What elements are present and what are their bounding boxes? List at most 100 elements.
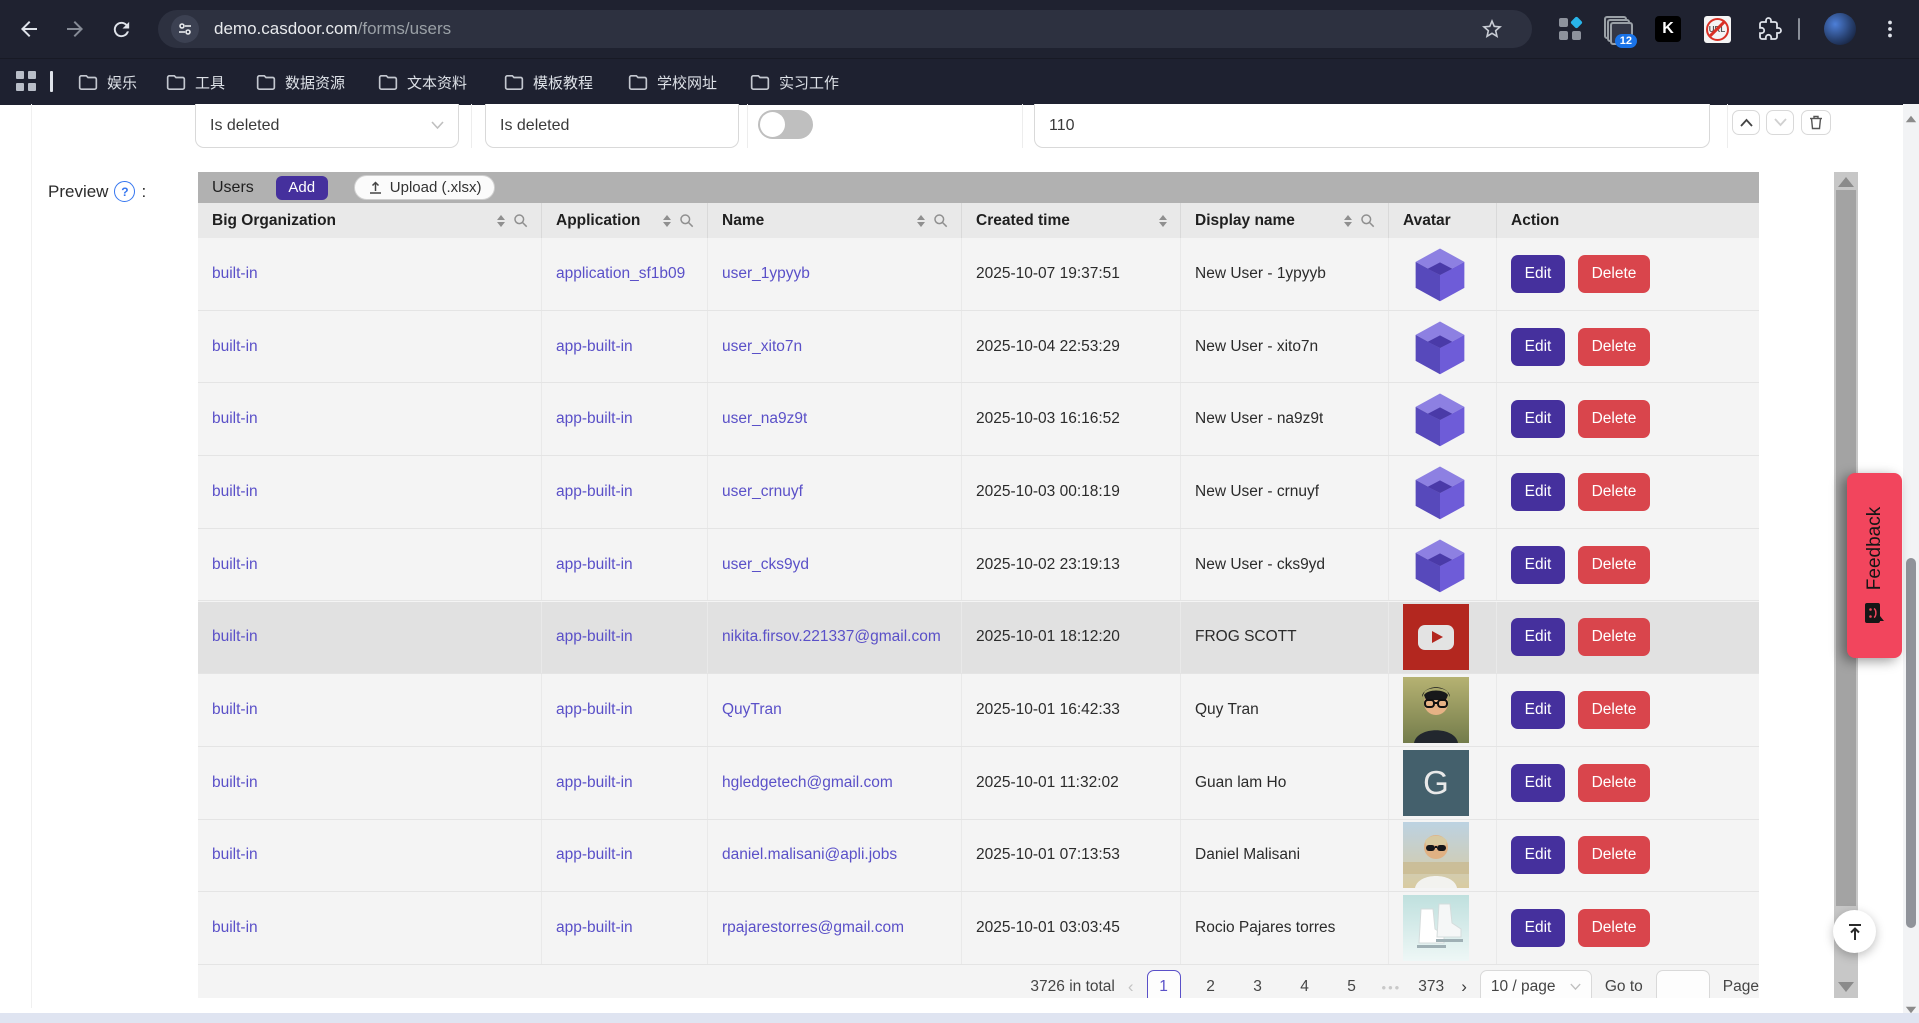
- application-link[interactable]: app-built-in: [556, 846, 633, 863]
- help-icon[interactable]: ?: [114, 181, 135, 202]
- profile-avatar[interactable]: [1824, 13, 1856, 45]
- page-button[interactable]: 2: [1194, 970, 1228, 998]
- search-icon[interactable]: [679, 213, 694, 228]
- delete-button[interactable]: Delete: [1578, 400, 1650, 438]
- organization-link[interactable]: built-in: [212, 701, 258, 718]
- column-header-created-time[interactable]: Created time: [962, 203, 1181, 238]
- organization-link[interactable]: built-in: [212, 410, 258, 427]
- is-deleted-select[interactable]: Is deleted: [195, 104, 459, 148]
- application-link[interactable]: application_sf1b09: [556, 265, 685, 282]
- window-scroll-up-icon[interactable]: [1906, 116, 1916, 123]
- number-input[interactable]: 110: [1034, 104, 1710, 148]
- user-name-link[interactable]: nikita.firsov.221337@gmail.com: [722, 628, 941, 645]
- delete-button[interactable]: Delete: [1578, 546, 1650, 584]
- organization-link[interactable]: built-in: [212, 846, 258, 863]
- application-link[interactable]: app-built-in: [556, 701, 633, 718]
- user-name-link[interactable]: daniel.malisani@apli.jobs: [722, 846, 897, 863]
- edit-button[interactable]: Edit: [1511, 836, 1565, 874]
- site-info-button[interactable]: [171, 15, 199, 43]
- tab-users[interactable]: Users: [212, 179, 254, 197]
- feedback-button[interactable]: Feedback: [1847, 473, 1902, 658]
- edit-button[interactable]: Edit: [1511, 255, 1565, 293]
- extension-grid-button[interactable]: [1555, 14, 1585, 44]
- move-up-button[interactable]: [1732, 110, 1760, 135]
- back-to-top-button[interactable]: [1833, 910, 1876, 953]
- scroll-up-arrow-icon[interactable]: [1838, 177, 1854, 187]
- user-name-link[interactable]: user_crnuyf: [722, 483, 803, 500]
- delete-button[interactable]: Delete: [1578, 618, 1650, 656]
- application-link[interactable]: app-built-in: [556, 410, 633, 427]
- goto-page-input[interactable]: [1656, 970, 1710, 998]
- upload-xlsx-button[interactable]: Upload (.xlsx): [354, 175, 496, 200]
- address-bar[interactable]: demo.casdoor.com/forms/users: [158, 10, 1532, 48]
- user-name-link[interactable]: user_na9z9t: [722, 410, 807, 427]
- bookmark-folder[interactable]: 实习工作: [750, 69, 839, 95]
- application-link[interactable]: app-built-in: [556, 483, 633, 500]
- user-name-link[interactable]: user_xito7n: [722, 338, 802, 355]
- bookmark-folder[interactable]: 数据资源: [256, 69, 345, 95]
- search-icon[interactable]: [933, 213, 948, 228]
- add-button[interactable]: Add: [276, 176, 328, 200]
- edit-button[interactable]: Edit: [1511, 400, 1565, 438]
- column-header-display-name[interactable]: Display name: [1181, 203, 1389, 238]
- page-button[interactable]: 3: [1241, 970, 1275, 998]
- organization-link[interactable]: built-in: [212, 628, 258, 645]
- forward-button[interactable]: [62, 16, 88, 42]
- scroll-down-arrow-icon[interactable]: [1838, 982, 1854, 992]
- column-header-application[interactable]: Application: [542, 203, 708, 238]
- edit-button[interactable]: Edit: [1511, 328, 1565, 366]
- sort-icon[interactable]: [1159, 215, 1167, 227]
- column-header-big-organization[interactable]: Big Organization: [198, 203, 542, 238]
- search-icon[interactable]: [1360, 213, 1375, 228]
- sort-icon[interactable]: [663, 215, 671, 227]
- delete-button[interactable]: Delete: [1578, 328, 1650, 366]
- is-deleted-input[interactable]: Is deleted: [485, 104, 739, 148]
- application-link[interactable]: app-built-in: [556, 774, 633, 791]
- filter-toggle-switch[interactable]: [758, 110, 813, 139]
- edit-button[interactable]: Edit: [1511, 618, 1565, 656]
- page-button[interactable]: 4: [1288, 970, 1322, 998]
- edit-button[interactable]: Edit: [1511, 764, 1565, 802]
- delete-button[interactable]: Delete: [1578, 764, 1650, 802]
- edit-button[interactable]: Edit: [1511, 473, 1565, 511]
- application-link[interactable]: app-built-in: [556, 338, 633, 355]
- chrome-menu-button[interactable]: [1875, 14, 1905, 44]
- previous-page-button[interactable]: ‹: [1128, 977, 1134, 997]
- search-icon[interactable]: [513, 213, 528, 228]
- bookmark-star-button[interactable]: [1480, 17, 1504, 46]
- bookmark-folder[interactable]: 娱乐: [78, 69, 137, 95]
- pagination-ellipsis[interactable]: •••: [1382, 980, 1402, 995]
- edit-button[interactable]: Edit: [1511, 691, 1565, 729]
- back-button[interactable]: [16, 16, 42, 42]
- column-header-name[interactable]: Name: [708, 203, 962, 238]
- organization-link[interactable]: built-in: [212, 919, 258, 936]
- user-name-link[interactable]: hgledgetech@gmail.com: [722, 774, 893, 791]
- bookmark-folder[interactable]: 工具: [166, 69, 225, 95]
- organization-link[interactable]: built-in: [212, 338, 258, 355]
- delete-button[interactable]: Delete: [1578, 909, 1650, 947]
- sort-icon[interactable]: [1344, 215, 1352, 227]
- organization-link[interactable]: built-in: [212, 265, 258, 282]
- apps-grid-icon[interactable]: [16, 71, 36, 91]
- next-page-button[interactable]: ›: [1461, 977, 1467, 997]
- delete-button[interactable]: Delete: [1578, 691, 1650, 729]
- user-name-link[interactable]: rpajarestorres@gmail.com: [722, 919, 904, 936]
- window-scrollbar-thumb[interactable]: [1906, 558, 1916, 928]
- organization-link[interactable]: built-in: [212, 556, 258, 573]
- move-down-button[interactable]: [1766, 110, 1794, 135]
- edit-button[interactable]: Edit: [1511, 546, 1565, 584]
- delete-button[interactable]: Delete: [1578, 836, 1650, 874]
- edit-button[interactable]: Edit: [1511, 909, 1565, 947]
- application-link[interactable]: app-built-in: [556, 919, 633, 936]
- application-link[interactable]: app-built-in: [556, 556, 633, 573]
- page-size-select[interactable]: 10 / page: [1480, 970, 1592, 998]
- application-link[interactable]: app-built-in: [556, 628, 633, 645]
- user-name-link[interactable]: user_cks9yd: [722, 556, 809, 573]
- organization-link[interactable]: built-in: [212, 774, 258, 791]
- delete-button[interactable]: Delete: [1578, 473, 1650, 511]
- tab-manager-extension-button[interactable]: 12: [1602, 14, 1632, 44]
- url-blocker-extension-button[interactable]: URL: [1702, 14, 1732, 44]
- page-button[interactable]: 5: [1335, 970, 1369, 998]
- k-extension-button[interactable]: K: [1653, 14, 1683, 44]
- sort-icon[interactable]: [917, 215, 925, 227]
